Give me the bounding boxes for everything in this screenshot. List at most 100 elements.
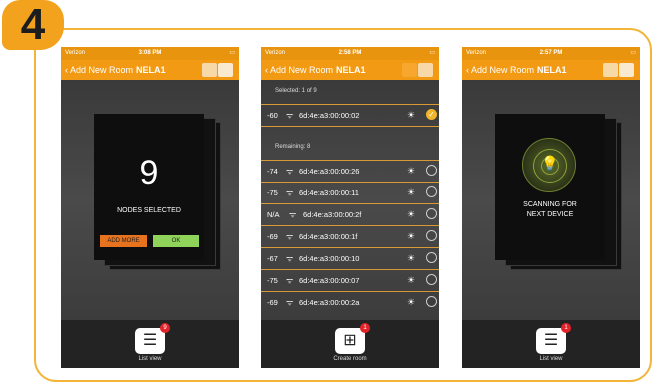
node-address: 6d:4e:a3:00:00:2a	[299, 298, 360, 307]
select-checkbox[interactable]	[426, 186, 437, 197]
remaining-section-label: Remaining: 8	[275, 144, 311, 150]
create-room-label: Create room	[333, 356, 367, 362]
room-thumbnail-2[interactable]	[418, 63, 433, 77]
bottom-bar: ⊞ 1 Create room	[261, 320, 439, 368]
node-row[interactable]: N/A ᯤ 6d:4e:a3:00:00:2f ☀	[261, 204, 439, 226]
room-thumbnails[interactable]	[402, 63, 434, 77]
nav-bar: ‹ Add New Room NELA1	[462, 60, 640, 80]
node-row[interactable]: -67 ᯤ 6d:4e:a3:00:00:10 ☀	[261, 248, 439, 270]
wifi-icon: ᯤ	[286, 232, 294, 241]
list-view-label: List view	[138, 356, 162, 362]
nodes-selected-card: 9 NODES SELECTED ADD MORE OK	[94, 114, 204, 260]
back-button[interactable]: ‹ Add New Room	[466, 60, 534, 80]
back-label: Add New Room	[471, 65, 535, 75]
select-checkbox[interactable]	[426, 274, 437, 285]
node-address: 6d:4e:a3:00:00:07	[299, 276, 360, 285]
clock: 2:58 PM	[338, 50, 362, 56]
clock: 3:08 PM	[138, 50, 162, 56]
node-address: 6d:4e:a3:00:00:1f	[299, 232, 358, 241]
selected-section-label: Selected: 1 of 9	[275, 88, 317, 94]
room-thumbnail-1[interactable]	[402, 63, 417, 77]
room-thumbnail-2[interactable]	[218, 63, 233, 77]
sun-icon: ☀	[407, 187, 416, 197]
node-list-panel: Selected: 1 of 9 -60 ᯤ 6d:4e:a3:00:00:02…	[261, 80, 439, 320]
phone-scanning: Verizon 2:57 PM ▭ ‹ Add New Room NELA1 💡…	[462, 47, 640, 368]
status-bar: Verizon 2:57 PM ▭	[462, 47, 640, 60]
select-checkbox[interactable]	[426, 296, 437, 307]
room-thumbnail-2[interactable]	[619, 63, 634, 77]
nav-bar: ‹ Add New Room NELA1	[261, 60, 439, 80]
battery-icon: ▭	[630, 50, 636, 56]
node-address: 6d:4e:a3:00:00:11	[299, 188, 359, 197]
list-icon: ☰	[142, 332, 158, 349]
status-bar: Verizon 2:58 PM ▭	[261, 47, 439, 60]
rssi-value: -75	[267, 276, 278, 285]
nodes-selected-label: NODES SELECTED	[117, 207, 181, 214]
rssi-value: N/A	[267, 210, 280, 219]
bottom-bar: ☰ 1 List view	[462, 320, 640, 368]
scanning-card: 💡 SCANNING FOR NEXT DEVICE	[495, 114, 605, 260]
node-row[interactable]: -74 ᯤ 6d:4e:a3:00:00:26 ☀	[261, 160, 439, 183]
notification-badge: 9	[160, 323, 170, 333]
wifi-icon: ᯤ	[289, 210, 297, 219]
rssi-value: -69	[267, 232, 278, 241]
select-checkbox[interactable]: ✓	[426, 109, 437, 120]
room-thumbnail-1[interactable]	[603, 63, 618, 77]
clock: 2:57 PM	[539, 50, 563, 56]
battery-icon: ▭	[429, 50, 435, 56]
list-view-button[interactable]: ☰ 1	[536, 323, 571, 354]
sun-icon: ☀	[407, 110, 416, 120]
select-checkbox[interactable]	[426, 165, 437, 176]
scanning-line-2: NEXT DEVICE	[526, 211, 574, 218]
wifi-icon: ᯤ	[286, 111, 294, 120]
phone-nodes-selected: Verizon 3:08 PM ▭ ‹ Add New Room NELA1 9…	[61, 47, 239, 368]
rssi-value: -67	[267, 254, 278, 263]
create-room-button[interactable]: ⊞ 1	[335, 323, 370, 354]
wifi-icon: ᯤ	[286, 167, 294, 176]
radar-scanner: 💡	[522, 138, 576, 192]
back-button[interactable]: ‹ Add New Room	[265, 60, 333, 80]
node-address: 6d:4e:a3:00:00:26	[299, 167, 360, 176]
rssi-value: -75	[267, 188, 278, 197]
room-thumbnails[interactable]	[603, 63, 635, 77]
nav-title: NELA1	[537, 65, 567, 75]
node-row-selected[interactable]: -60 ᯤ 6d:4e:a3:00:00:02 ☀ ✓	[261, 104, 439, 127]
room-thumbnail-1[interactable]	[202, 63, 217, 77]
ok-button[interactable]: OK	[153, 235, 199, 247]
phone-node-list: Verizon 2:58 PM ▭ ‹ Add New Room NELA1 S…	[261, 47, 439, 368]
select-checkbox[interactable]	[426, 252, 437, 263]
node-row[interactable]: -75 ᯤ 6d:4e:a3:00:00:07 ☀	[261, 270, 439, 292]
status-bar: Verizon 3:08 PM ▭	[61, 47, 239, 60]
scanning-line-1: SCANNING FOR	[523, 201, 577, 208]
rssi-value: -69	[267, 298, 278, 307]
node-row[interactable]: -69 ᯤ 6d:4e:a3:00:00:2a ☀	[261, 292, 439, 313]
nav-title: NELA1	[336, 65, 366, 75]
back-label: Add New Room	[270, 65, 334, 75]
list-view-button[interactable]: ☰ 9	[135, 323, 170, 354]
battery-icon: ▭	[229, 50, 235, 56]
nav-bar: ‹ Add New Room NELA1	[61, 60, 239, 80]
sun-icon: ☀	[407, 166, 416, 176]
select-checkbox[interactable]	[426, 208, 437, 219]
wifi-icon: ᯤ	[286, 188, 294, 197]
select-checkbox[interactable]	[426, 230, 437, 241]
nav-title: NELA1	[136, 65, 166, 75]
node-row[interactable]: -75 ᯤ 6d:4e:a3:00:00:11 ☀	[261, 182, 439, 204]
rssi-value: -60	[267, 111, 278, 120]
add-room-icon: ⊞	[343, 332, 357, 349]
scanning-panel: 💡 SCANNING FOR NEXT DEVICE	[462, 80, 640, 320]
node-address: 6d:4e:a3:00:00:10	[299, 254, 360, 263]
sun-icon: ☀	[407, 253, 416, 263]
add-more-button[interactable]: ADD MORE	[100, 235, 147, 247]
sun-icon: ☀	[407, 209, 416, 219]
nodes-selected-panel: 9 NODES SELECTED ADD MORE OK	[61, 80, 239, 320]
back-button[interactable]: ‹ Add New Room	[65, 60, 133, 80]
node-count: 9	[139, 154, 159, 192]
notification-badge: 1	[561, 323, 571, 333]
rssi-value: -74	[267, 167, 278, 176]
sun-icon: ☀	[407, 231, 416, 241]
sun-icon: ☀	[407, 297, 416, 307]
node-row[interactable]: -69 ᯤ 6d:4e:a3:00:00:1f ☀	[261, 226, 439, 248]
sun-icon: ☀	[407, 275, 416, 285]
room-thumbnails[interactable]	[202, 63, 234, 77]
